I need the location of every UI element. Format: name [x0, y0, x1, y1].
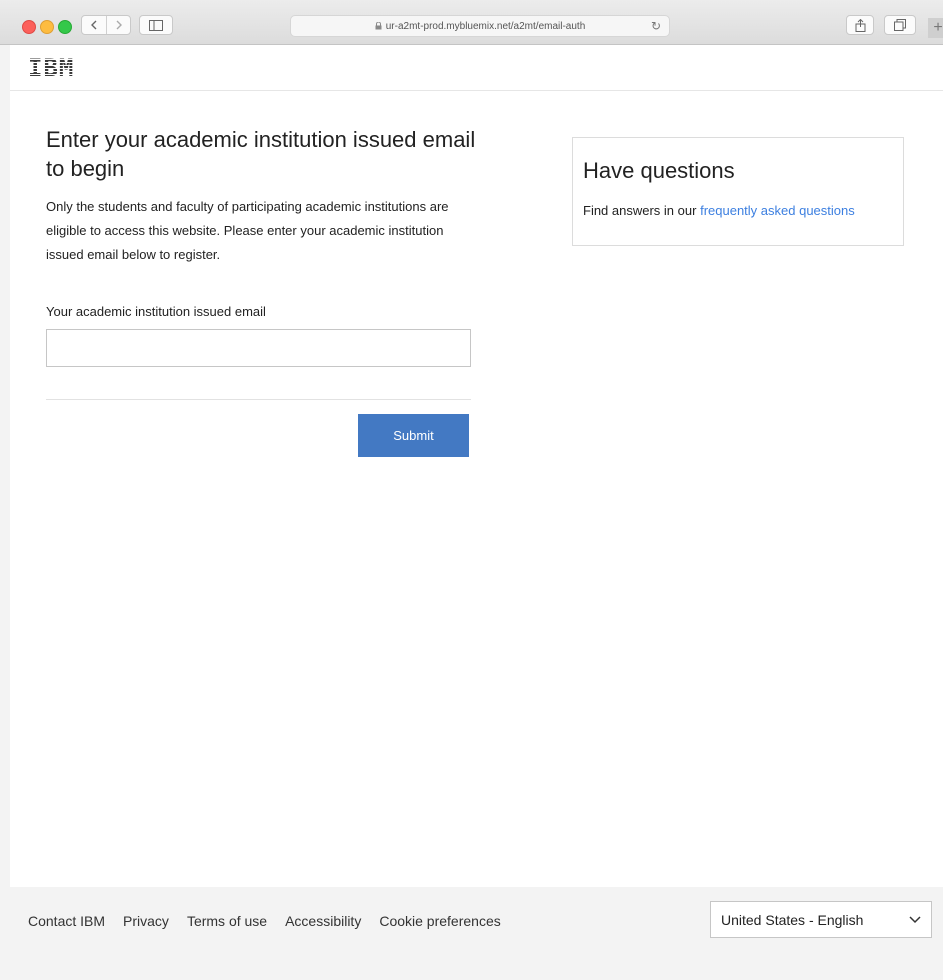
footer-link-contact[interactable]: Contact IBM	[28, 913, 105, 929]
forward-icon	[116, 20, 122, 30]
forward-button[interactable]	[107, 16, 131, 34]
footer-link-accessibility[interactable]: Accessibility	[285, 913, 361, 929]
locale-selector[interactable]: United States - English	[710, 901, 932, 938]
zoom-window-button[interactable]	[58, 20, 72, 34]
masthead: IBM	[10, 45, 943, 91]
tabs-button[interactable]	[884, 15, 916, 35]
questions-text-prefix: Find answers in our	[583, 203, 697, 218]
window-edge	[0, 45, 10, 980]
lock-icon	[375, 22, 382, 30]
email-field[interactable]	[46, 329, 471, 367]
address-bar[interactable]: ur-a2mt-prod.mybluemix.net/a2mt/email-au…	[290, 15, 670, 37]
email-field-label: Your academic institution issued email	[46, 304, 266, 319]
tabs-icon	[894, 19, 906, 31]
sidebar-button[interactable]	[139, 15, 173, 35]
form-divider	[46, 399, 471, 400]
page-title: Enter your academic institution issued e…	[46, 127, 476, 181]
reload-icon[interactable]: ↻	[651, 19, 661, 33]
footer: Contact IBM Privacy Terms of use Accessi…	[10, 887, 943, 980]
ibm-logo[interactable]: IBM	[28, 54, 74, 82]
questions-text: Find answers in our frequently asked que…	[583, 203, 855, 218]
share-button[interactable]	[846, 15, 874, 35]
minimize-window-button[interactable]	[40, 20, 54, 34]
questions-title: Have questions	[583, 158, 735, 183]
page-description: Only the students and faculty of partici…	[46, 199, 449, 262]
registration-intro: Enter your academic institution issued e…	[46, 125, 476, 267]
footer-links: Contact IBM Privacy Terms of use Accessi…	[28, 913, 519, 929]
browser-toolbar: ur-a2mt-prod.mybluemix.net/a2mt/email-au…	[0, 0, 943, 45]
browser-window: ur-a2mt-prod.mybluemix.net/a2mt/email-au…	[0, 0, 943, 980]
plus-icon: +	[933, 19, 943, 36]
footer-link-privacy[interactable]: Privacy	[123, 913, 169, 929]
back-button[interactable]	[82, 16, 107, 34]
locale-value: United States - English	[721, 911, 864, 928]
footer-link-terms[interactable]: Terms of use	[187, 913, 267, 929]
new-tab-button[interactable]: +	[928, 18, 943, 38]
navigation-buttons	[81, 15, 131, 35]
footer-link-cookies[interactable]: Cookie preferences	[379, 913, 500, 929]
questions-panel: Have questions Find answers in our frequ…	[572, 137, 904, 246]
faq-link[interactable]: frequently asked questions	[700, 203, 855, 218]
close-window-button[interactable]	[22, 20, 36, 34]
address-url: ur-a2mt-prod.mybluemix.net/a2mt/email-au…	[385, 20, 586, 32]
chevron-down-icon	[909, 916, 921, 924]
back-icon	[91, 20, 97, 30]
submit-button[interactable]: Submit	[358, 414, 469, 457]
sidebar-icon	[149, 19, 163, 31]
share-icon	[855, 18, 865, 32]
